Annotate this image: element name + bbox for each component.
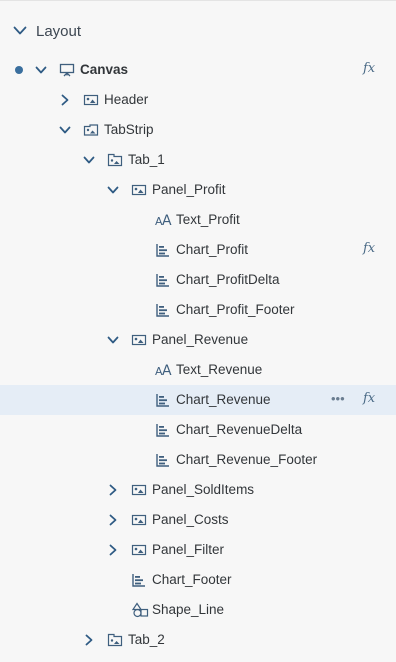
tree-node-label: Shape_Line (152, 602, 225, 617)
tree-node-label: Panel_Costs (152, 512, 229, 527)
chevron-down-icon[interactable] (107, 184, 119, 196)
layout-tree: Canvas fx Header TabStrip Tab_1 Panel_Profit A… (0, 55, 396, 655)
chart-icon (155, 392, 171, 408)
tree-node-panel-costs[interactable]: Panel_Costs (0, 505, 396, 535)
chevron-down-icon[interactable] (13, 26, 27, 36)
tree-node-label: Text_Revenue (176, 362, 263, 377)
chevron-down-icon[interactable] (107, 334, 119, 346)
tree-node-label: Tab_2 (128, 632, 165, 647)
chart-icon (155, 272, 171, 288)
chart-icon (155, 302, 171, 318)
text-icon: AA (155, 362, 172, 378)
tree-node-chart-profit[interactable]: Chart_Profit fx (0, 235, 396, 265)
status-dot (15, 66, 23, 74)
tree-node-chart-revenue-footer[interactable]: Chart_Revenue_Footer (0, 445, 396, 475)
tree-node-label: Header (104, 92, 149, 107)
tree-node-label: Chart_Profit_Footer (176, 302, 295, 317)
tree-node-chart-revenue[interactable]: Chart_Revenue ••• fx (0, 385, 396, 415)
tabstrip-icon (83, 122, 99, 138)
top-divider (0, 0, 396, 1)
tree-node-tabstrip[interactable]: TabStrip (0, 115, 396, 145)
tree-node-panel-solditems[interactable]: Panel_SoldItems (0, 475, 396, 505)
shape-icon (131, 602, 149, 618)
tab-icon (107, 152, 123, 168)
tree-node-text-profit[interactable]: A A Text_Profit (0, 205, 396, 235)
tree-node-text-revenue[interactable]: A A Text_Revenue (0, 355, 396, 385)
chevron-right-icon[interactable] (107, 514, 119, 526)
tree-node-label: TabStrip (104, 122, 154, 137)
chevron-right-icon[interactable] (83, 634, 95, 646)
chart-icon (131, 572, 147, 588)
layout-section-header[interactable]: Layout (0, 17, 396, 47)
script-fx-icon[interactable]: fx (363, 61, 375, 76)
tree-node-canvas[interactable]: Canvas fx (0, 55, 396, 85)
more-options-icon[interactable]: ••• (331, 391, 345, 406)
svg-text:A: A (162, 363, 172, 378)
tree-node-label: Chart_Profit (176, 242, 249, 257)
chevron-down-icon[interactable] (83, 154, 95, 166)
tree-node-label: Panel_Profit (152, 182, 226, 197)
tree-node-chart-revenuedelta[interactable]: Chart_RevenueDelta (0, 415, 396, 445)
tree-node-header[interactable]: Header (0, 85, 396, 115)
panel-icon (131, 542, 147, 558)
tree-node-label: Panel_Filter (152, 542, 225, 557)
tree-node-panel-revenue[interactable]: Panel_Revenue (0, 325, 396, 355)
panel-icon (83, 92, 99, 108)
tree-node-chart-profitdelta[interactable]: Chart_ProfitDelta (0, 265, 396, 295)
svg-text:A: A (162, 213, 172, 228)
tree-node-chart-footer[interactable]: Chart_Footer (0, 565, 396, 595)
panel-icon (131, 332, 147, 348)
chevron-down-icon[interactable] (35, 64, 47, 76)
canvas-icon (59, 62, 75, 78)
text-icon: AA (155, 212, 172, 228)
chart-icon (155, 242, 171, 258)
tree-node-label: Chart_RevenueDelta (176, 422, 303, 437)
section-title: Layout (36, 23, 82, 40)
tree-node-panel-profit[interactable]: Panel_Profit (0, 175, 396, 205)
tree-node-label: Text_Profit (176, 212, 240, 227)
script-fx-icon[interactable]: fx (363, 391, 375, 406)
chevron-right-icon[interactable] (59, 94, 71, 106)
tree-node-label: Tab_1 (128, 152, 165, 167)
panel-icon (131, 182, 147, 198)
tree-node-label: Panel_Revenue (152, 332, 249, 347)
tree-node-label: Panel_SoldItems (152, 482, 255, 497)
tree-node-label: Chart_Revenue_Footer (176, 452, 318, 467)
chevron-right-icon[interactable] (107, 484, 119, 496)
tree-node-label: Chart_ProfitDelta (176, 272, 280, 287)
tree-node-tab-1[interactable]: Tab_1 (0, 145, 396, 175)
chart-icon (155, 422, 171, 438)
panel-icon (131, 482, 147, 498)
panel-icon (131, 512, 147, 528)
tree-node-label: Canvas (80, 62, 129, 77)
chevron-right-icon[interactable] (107, 544, 119, 556)
script-fx-icon[interactable]: fx (363, 241, 375, 256)
tab-icon (107, 632, 123, 648)
tree-node-tab-2[interactable]: Tab_2 (0, 625, 396, 655)
tree-node-chart-profit-footer[interactable]: Chart_Profit_Footer (0, 295, 396, 325)
tree-node-shape-line[interactable]: Shape_Line (0, 595, 396, 625)
tree-node-panel-filter[interactable]: Panel_Filter (0, 535, 396, 565)
tree-node-label: Chart_Footer (152, 572, 232, 587)
tree-node-label: Chart_Revenue (176, 392, 271, 407)
chevron-down-icon[interactable] (59, 124, 71, 136)
chart-icon (155, 452, 171, 468)
